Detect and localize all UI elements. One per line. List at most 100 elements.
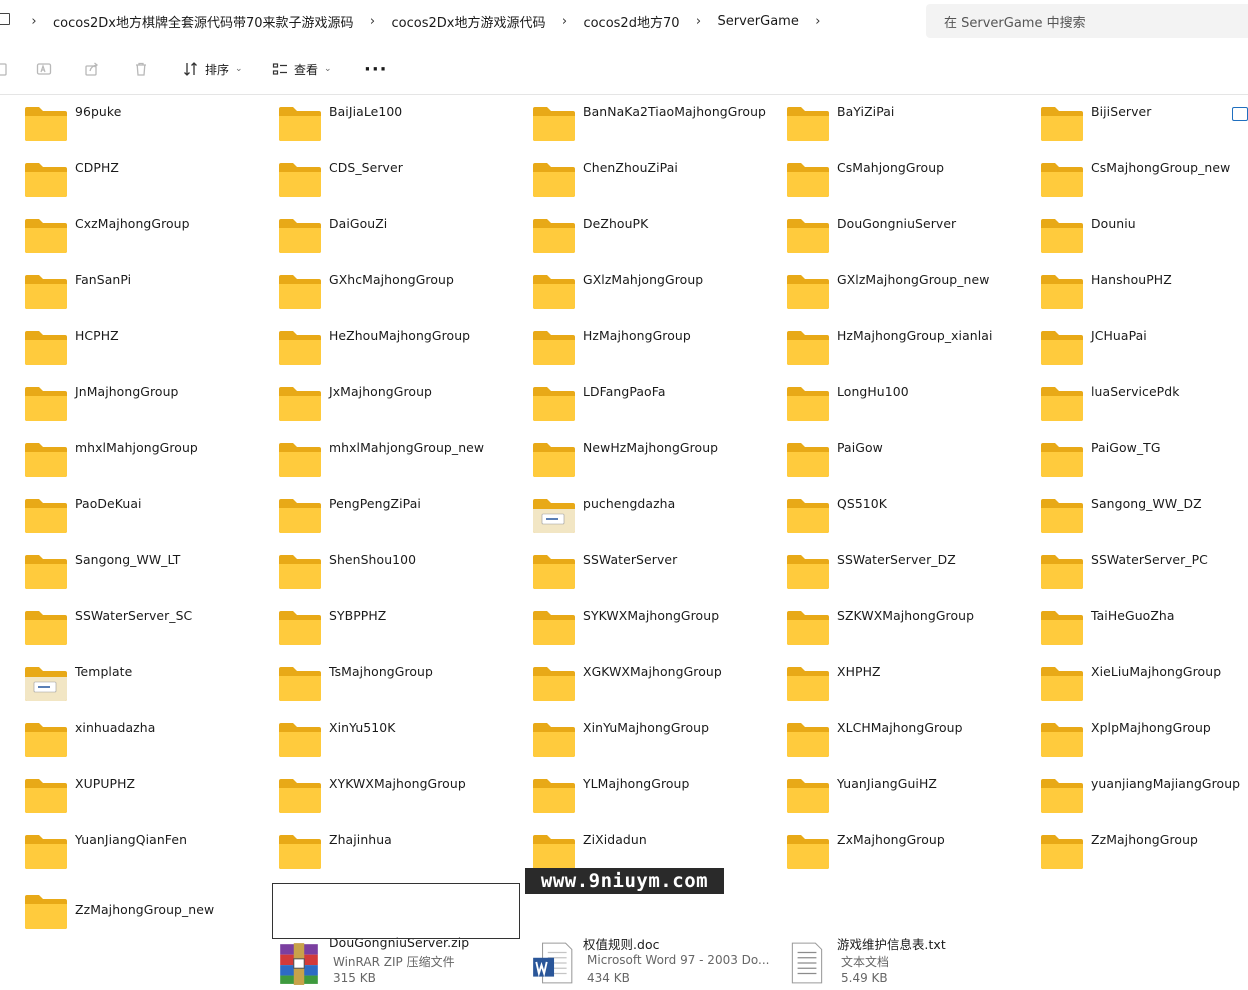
folder-icon [1041, 443, 1083, 477]
search-input[interactable]: 在 ServerGame 中搜索 [944, 12, 1086, 31]
folder-icon [787, 499, 829, 533]
folder-name: BanNaKa2TiaoMajhongGroup [583, 104, 766, 119]
breadcrumb-item[interactable]: cocos2d地方70 [576, 12, 686, 31]
view-button[interactable]: 查看 ⌄ [272, 56, 332, 82]
breadcrumb-item[interactable]: cocos2Dx地方游戏源代码 [385, 12, 553, 31]
folder-icon [1041, 387, 1083, 421]
chevron-right-icon[interactable]: › [806, 14, 830, 29]
folder-name: BijiServer [1091, 104, 1152, 119]
folder-icon [1041, 219, 1083, 253]
chevron-down-icon: ⌄ [324, 64, 332, 74]
folder-name: XieLiuMajhongGroup [1091, 664, 1222, 679]
folder-name: YuanJiangGuiHZ [837, 776, 937, 791]
folder-name: luaServicePdk [1091, 384, 1180, 399]
folder-icon [1041, 555, 1083, 589]
folder-icon [787, 723, 829, 757]
folder-icon [533, 555, 575, 589]
folder-name: GXhcMajhongGroup [329, 272, 454, 287]
folder-icon [787, 107, 829, 141]
folder-icon [25, 275, 67, 309]
folder-icon [279, 107, 321, 141]
folder-icon [533, 443, 575, 477]
folder-name: PaoDeKuai [75, 496, 142, 511]
folder-name: ZiXidadun [583, 832, 647, 847]
folder-name: QS510K [837, 496, 887, 511]
folder-icon [787, 835, 829, 869]
folder-name: CsMahjongGroup [837, 160, 945, 175]
folder-name: XGKWXMajhongGroup [583, 664, 722, 679]
folder-icon [279, 555, 321, 589]
chevron-right-icon[interactable]: › [552, 14, 576, 29]
watermark: www.9niuym.com [525, 868, 724, 894]
share-icon[interactable] [84, 61, 100, 77]
chevron-right-icon[interactable]: › [22, 14, 46, 29]
breadcrumb: › cocos2Dx地方棋牌全套源代码带70来款子游戏源码 › cocos2Dx… [22, 0, 830, 42]
folder-icon [787, 163, 829, 197]
breadcrumb-item[interactable]: cocos2Dx地方棋牌全套源代码带70来款子游戏源码 [46, 12, 361, 31]
folder-name: yuanjiangMajiangGroup [1091, 776, 1241, 791]
folder-icon [787, 443, 829, 477]
folder-icon [279, 275, 321, 309]
folder-icon [279, 611, 321, 645]
folder-icon [25, 723, 67, 757]
folder-name: GXlzMahjongGroup [583, 272, 704, 287]
sort-button[interactable]: 排序 ⌄ [183, 56, 243, 82]
folder-icon [1041, 611, 1083, 645]
folder-name: Sangong_WW_DZ [1091, 496, 1202, 511]
delete-icon[interactable] [133, 61, 149, 77]
folder-icon [279, 331, 321, 365]
folder-icon [533, 275, 575, 309]
address-bar[interactable]: › cocos2Dx地方棋牌全套源代码带70来款子游戏源码 › cocos2Dx… [0, 0, 1248, 42]
folder-name: Template [75, 664, 133, 679]
folder-name: ZxMajhongGroup [837, 832, 945, 847]
folder-icon [787, 667, 829, 701]
file-size: 434 KB [587, 971, 630, 985]
folder-name: Douniu [1091, 216, 1136, 231]
folder-icon [279, 835, 321, 869]
folder-icon [787, 275, 829, 309]
folder-name: XLCHMajhongGroup [837, 720, 963, 735]
folder-name: NewHzMajhongGroup [583, 440, 719, 455]
folder-icon [533, 499, 575, 533]
folder-icon [787, 555, 829, 589]
folder-icon [25, 163, 67, 197]
file-name: DouGongniuServer.zip [329, 935, 470, 950]
folder-name: PaiGow [837, 440, 883, 455]
breadcrumb-item[interactable]: ServerGame [711, 14, 806, 29]
folder-name: JCHuaPai [1091, 328, 1147, 343]
folder-name: TsMajhongGroup [329, 664, 433, 679]
file-name: 游戏维护信息表.txt [837, 937, 946, 952]
rename-icon[interactable] [36, 61, 52, 77]
folder-name: ChenZhouZiPai [583, 160, 678, 175]
chevron-right-icon[interactable]: › [361, 14, 385, 29]
folder-name: SYBPPHZ [329, 608, 387, 623]
folder-name: PaiGow_TG [1091, 440, 1161, 455]
folder-name: CDPHZ [75, 160, 119, 175]
chevron-down-icon: ⌄ [235, 64, 243, 74]
folder-name: YLMajhongGroup [583, 776, 690, 791]
file-type: WinRAR ZIP 压缩文件 [333, 955, 455, 969]
folder-icon [533, 163, 575, 197]
folder-icon [533, 723, 575, 757]
folder-name: YuanJiangQianFen [75, 832, 188, 847]
chevron-right-icon[interactable]: › [687, 14, 711, 29]
folder-name: SSWaterServer [583, 552, 678, 567]
folder-icon [1041, 275, 1083, 309]
folder-icon [787, 611, 829, 645]
folder-icon [1041, 331, 1083, 365]
computer-icon[interactable] [0, 13, 10, 25]
folder-name: mhxlMahjongGroup [75, 440, 198, 455]
folder-name: CDS_Server [329, 160, 403, 175]
folder-name: TaiHeGuoZha [1091, 608, 1175, 623]
folder-icon [279, 163, 321, 197]
folder-icon [25, 107, 67, 141]
folder-icon [533, 779, 575, 813]
folder-name: XHPHZ [837, 664, 881, 679]
folder-name: Zhajinhua [329, 832, 392, 847]
folder-icon [1041, 163, 1083, 197]
file-name: 权值规则.doc [583, 937, 660, 952]
copy-icon[interactable] [0, 61, 10, 77]
more-options-button[interactable]: ··· [364, 59, 388, 80]
folder-name: HeZhouMajhongGroup [329, 328, 471, 343]
search-box[interactable]: 在 ServerGame 中搜索 [926, 4, 1248, 38]
